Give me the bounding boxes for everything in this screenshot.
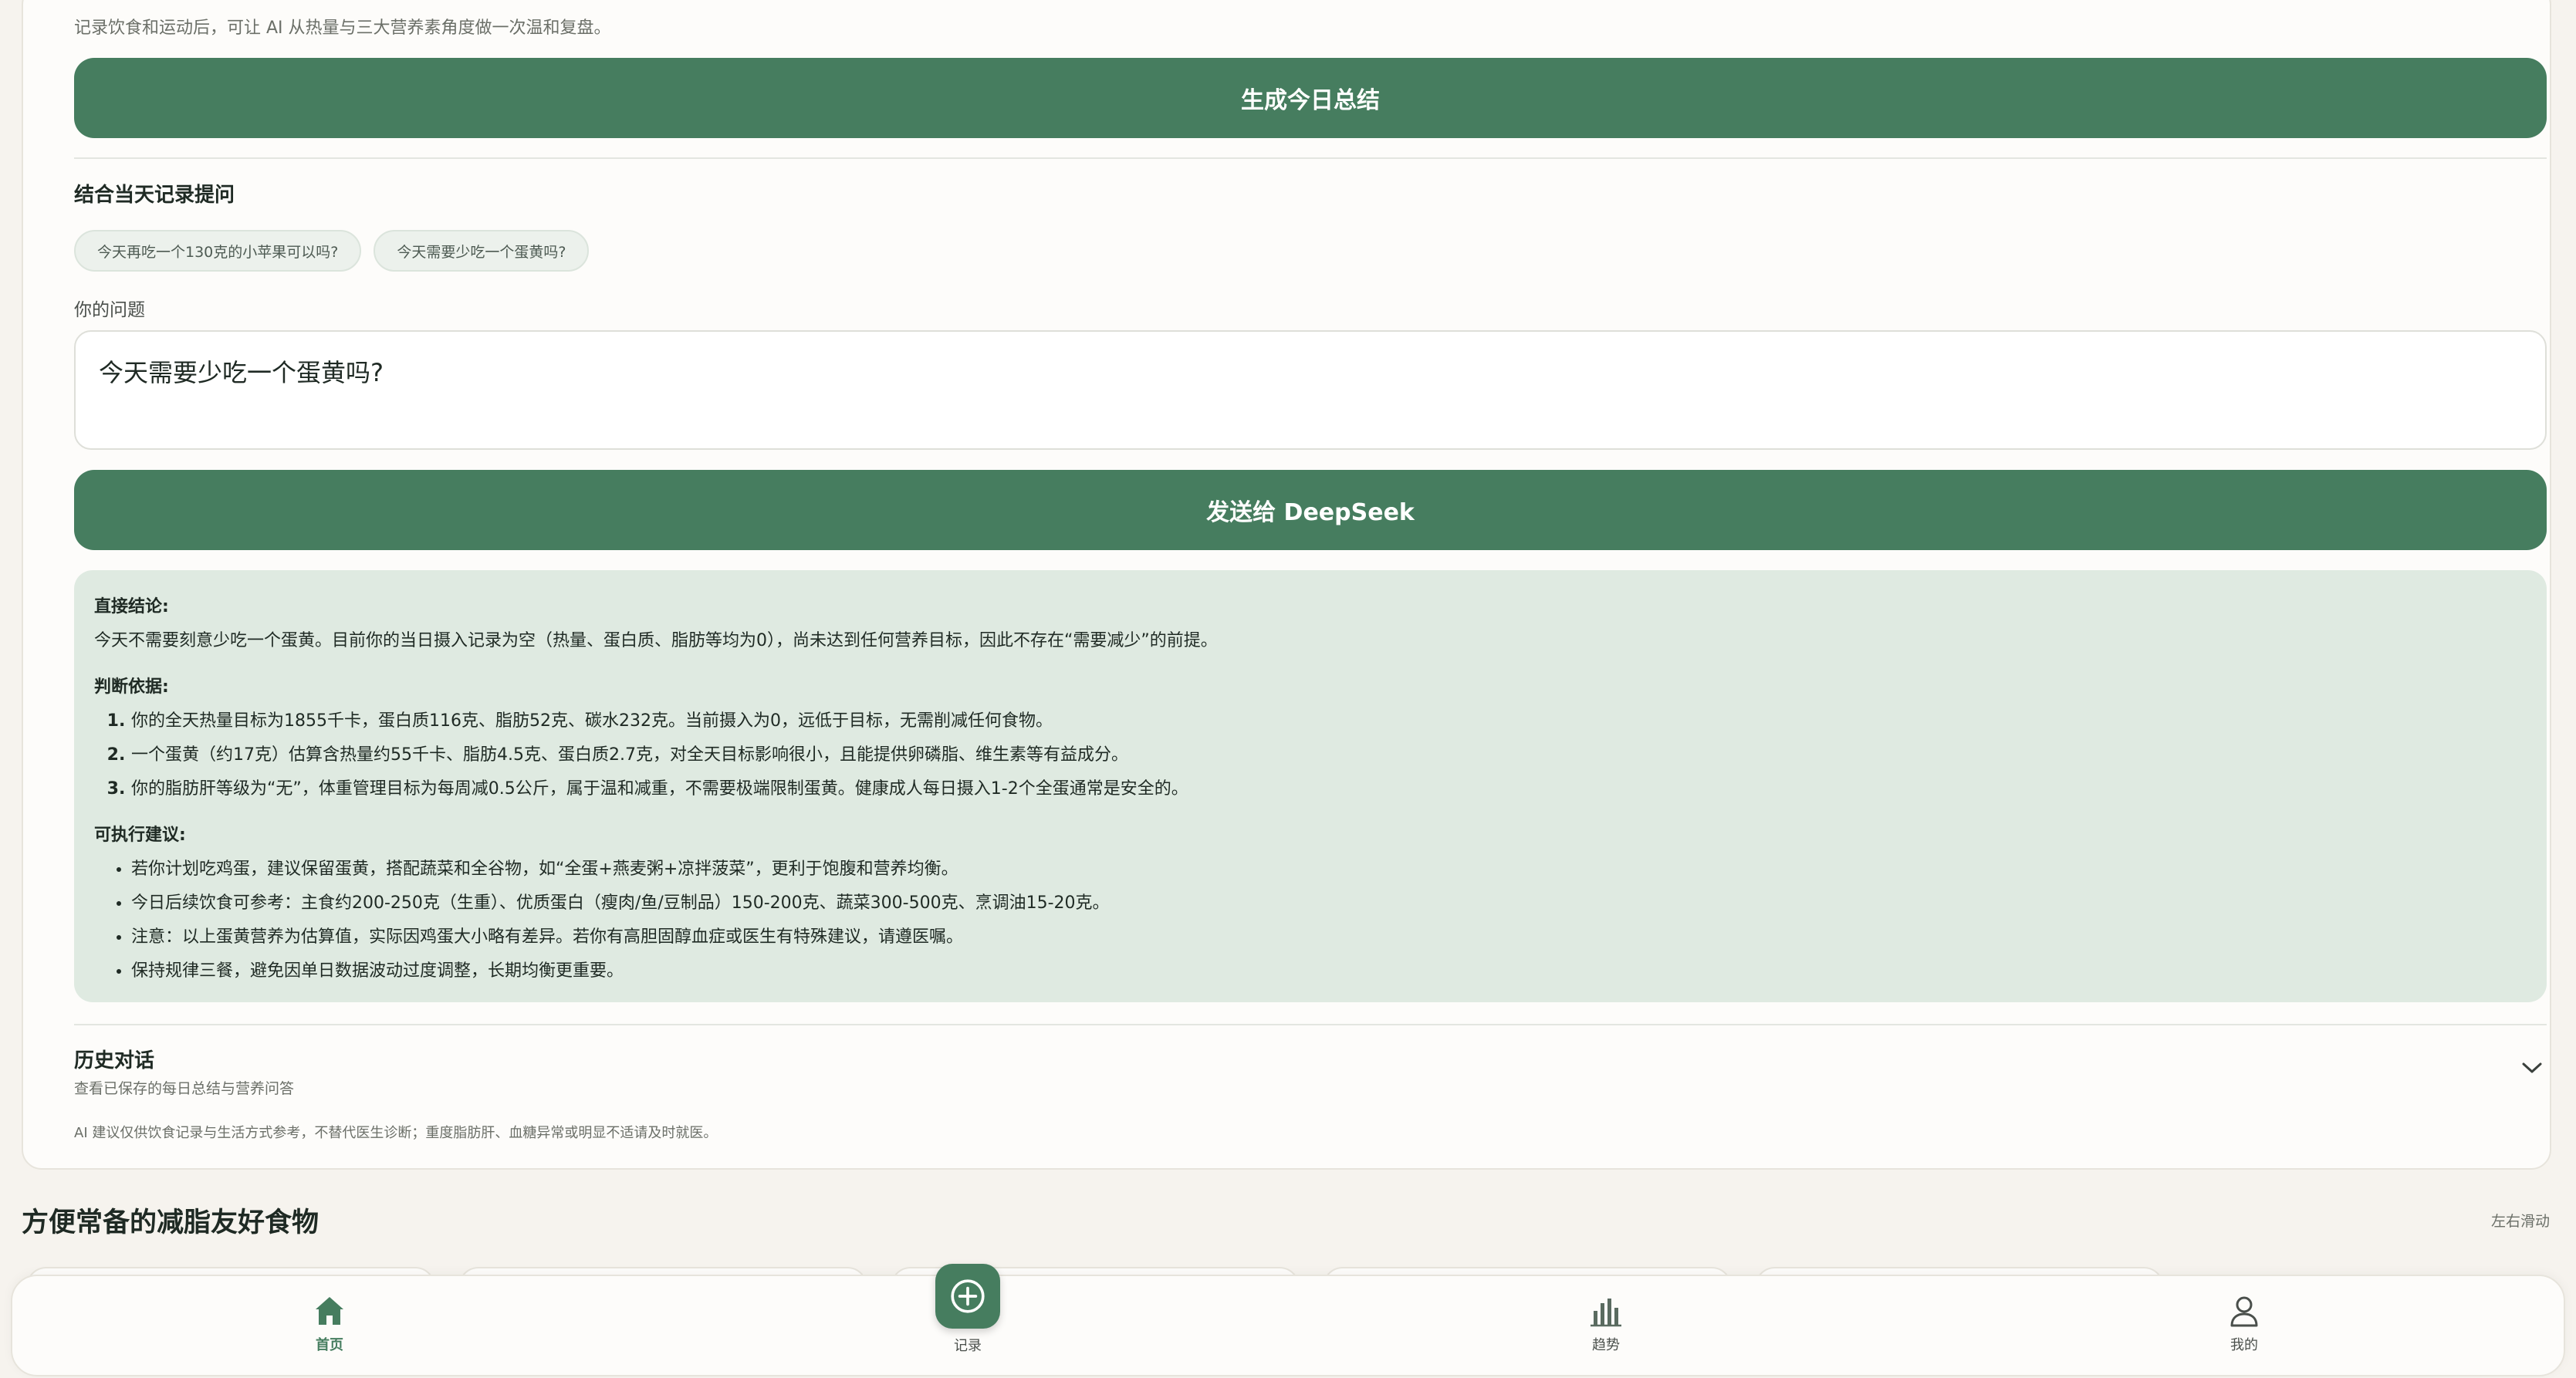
- home-icon: [316, 1297, 343, 1325]
- ai-assistant-card: 记录饮食和运动后，可让 AI 从热量与三大营养素角度做一次温和复盘。 生成今日总…: [22, 0, 2551, 1170]
- suggestion-chips: 今天再吃一个130克的小苹果可以吗? 今天需要少吃一个蛋黄吗?: [74, 230, 590, 272]
- advice-list: 若你计划吃鸡蛋，建议保留蛋黄，搭配蔬菜和全谷物，如“全蛋+燕麦粥+凉拌菠菜”，更…: [94, 853, 2527, 988]
- generate-summary-button[interactable]: 生成今日总结: [74, 58, 2547, 138]
- divider: [74, 157, 2547, 159]
- suggestion-chip-apple[interactable]: 今天再吃一个130克的小苹果可以吗?: [74, 230, 362, 272]
- bar-chart-icon: [1591, 1299, 1621, 1327]
- tab-home[interactable]: 首页: [276, 1292, 384, 1354]
- tab-record-label[interactable]: 记录: [914, 1335, 1022, 1355]
- summary-hint: 记录饮食和运动后，可让 AI 从热量与三大营养素角度做一次温和复盘。: [74, 19, 611, 38]
- swipe-hint: 左右滑动: [2491, 1213, 2551, 1230]
- tab-trends-label: 趋势: [1592, 1337, 1620, 1353]
- ai-answer-panel: 直接结论: 今天不需要刻意少吃一个蛋黄。目前你的当日摄入记录为空（热量、蛋白质、…: [74, 570, 2547, 1002]
- suggestion-chip-egg-yolk[interactable]: 今天需要少吃一个蛋黄吗?: [374, 230, 590, 272]
- basis-item: 你的脂肪肝等级为“无”，体重管理目标为每周减0.5公斤，属于温和减重，不需要极端…: [131, 772, 2527, 806]
- advice-item: 若你计划吃鸡蛋，建议保留蛋黄，搭配蔬菜和全谷物，如“全蛋+燕麦粥+凉拌菠菜”，更…: [131, 853, 2527, 887]
- basis-list: 你的全天热量目标为1855千卡，蛋白质116克、脂肪52克、碳水232克。当前摄…: [94, 704, 2527, 806]
- plus-circle-icon: [951, 1279, 985, 1313]
- basis-item: 一个蛋黄（约17克）估算含热量约55千卡、脂肪4.5克、蛋白质2.7克，对全天目…: [131, 738, 2527, 772]
- basis-item: 你的全天热量目标为1855千卡，蛋白质116克、脂肪52克、碳水232克。当前摄…: [131, 704, 2527, 738]
- advice-heading: 可执行建议:: [94, 826, 186, 845]
- ask-section-title: 结合当天记录提问: [74, 184, 235, 207]
- tab-home-label: 首页: [316, 1337, 343, 1353]
- foods-section-title: 方便常备的减脂友好食物: [22, 1207, 319, 1238]
- tab-trends[interactable]: 趋势: [1552, 1292, 1660, 1354]
- history-title[interactable]: 历史对话: [74, 1045, 154, 1073]
- tab-me-label: 我的: [2230, 1337, 2258, 1353]
- advice-item: 今日后续饮食可参考：主食约200-250克（生重）、优质蛋白（瘦肉/鱼/豆制品）…: [131, 887, 2527, 920]
- tab-me[interactable]: 我的: [2190, 1292, 2298, 1354]
- conclusion-heading: 直接结论:: [94, 597, 169, 616]
- conclusion-text: 今天不需要刻意少吃一个蛋黄。目前你的当日摄入记录为空（热量、蛋白质、脂肪等均为0…: [94, 631, 1218, 650]
- question-input[interactable]: 今天需要少吃一个蛋黄吗?: [74, 330, 2547, 450]
- chevron-down-icon[interactable]: [2520, 1059, 2544, 1077]
- ai-disclaimer: AI 建议仅供饮食记录与生活方式参考，不替代医生诊断；重度脂肪肝、血糖异常或明显…: [74, 1125, 718, 1141]
- advice-item: 保持规律三餐，避免因单日数据波动过度调整，长期均衡更重要。: [131, 954, 2527, 988]
- history-subtitle: 查看已保存的每日总结与营养问答: [74, 1080, 295, 1097]
- question-label: 你的问题: [74, 300, 145, 320]
- bottom-tab-bar: [11, 1275, 2565, 1376]
- basis-heading: 判断依据:: [94, 677, 169, 697]
- divider: [74, 1024, 2547, 1025]
- advice-item: 注意：以上蛋黄营养为估算值，实际因鸡蛋大小略有差异。若你有高胆固醇血症或医生有特…: [131, 920, 2527, 954]
- add-record-button[interactable]: [935, 1264, 1000, 1329]
- user-icon: [2230, 1296, 2258, 1327]
- send-deepseek-button[interactable]: 发送给 DeepSeek: [74, 470, 2547, 550]
